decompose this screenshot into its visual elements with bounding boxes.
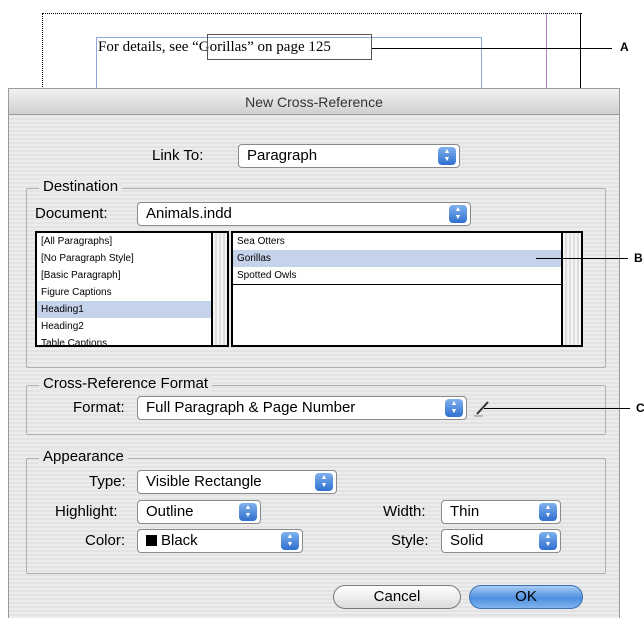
list-item[interactable]: Figure Captions xyxy=(37,284,211,301)
callout-c-line xyxy=(484,408,630,409)
chevron-up-down-icon: ▲ ▼ xyxy=(539,532,557,550)
chevron-up-down-icon: ▲ ▼ xyxy=(438,147,456,165)
color-select[interactable]: Black ▲ ▼ xyxy=(137,529,303,553)
dialog-title[interactable]: New Cross-Reference xyxy=(9,89,619,115)
list-item[interactable]: [Basic Paragraph] xyxy=(37,267,211,284)
link-to-value: Paragraph xyxy=(247,147,318,164)
style-value: Solid xyxy=(450,532,484,549)
highlight-label: Highlight: xyxy=(55,503,118,520)
color-swatch xyxy=(146,535,157,546)
new-cross-reference-dialog: New Cross-Reference Link To: Paragraph ▲… xyxy=(8,88,620,618)
list-item[interactable]: Sea Otters xyxy=(233,233,561,250)
paragraph-styles-items: [All Paragraphs] [No Paragraph Style] [B… xyxy=(37,233,211,345)
document-select[interactable]: Animals.indd ▲ ▼ xyxy=(137,202,471,226)
list-item[interactable]: Table Captions xyxy=(37,335,211,345)
list-item[interactable]: [All Paragraphs] xyxy=(37,233,211,250)
chevron-up-down-icon: ▲ ▼ xyxy=(449,205,467,223)
list-item[interactable]: Spotted Owls xyxy=(233,267,561,285)
type-label: Type: xyxy=(89,473,126,490)
format-select[interactable]: Full Paragraph & Page Number ▲ ▼ xyxy=(137,396,467,420)
link-to-label: Link To: xyxy=(152,147,204,164)
callout-a: A xyxy=(620,40,629,54)
style-select[interactable]: Solid ▲ ▼ xyxy=(441,529,561,553)
type-select[interactable]: Visible Rectangle ▲ ▼ xyxy=(137,470,337,494)
list-item-selected[interactable]: Gorillas xyxy=(233,250,561,267)
cancel-button[interactable]: Cancel xyxy=(333,585,461,609)
highlight-value: Outline xyxy=(146,503,194,520)
page-left-edge xyxy=(42,13,43,91)
appearance-legend: Appearance xyxy=(39,448,128,465)
list-item[interactable]: Heading2 xyxy=(37,318,211,335)
ok-button[interactable]: OK xyxy=(469,585,583,609)
column-guide xyxy=(546,13,547,91)
chevron-up-down-icon: ▲ ▼ xyxy=(315,473,333,491)
format-value: Full Paragraph & Page Number xyxy=(146,399,356,416)
chevron-up-down-icon: ▲ ▼ xyxy=(539,503,557,521)
highlight-select[interactable]: Outline ▲ ▼ xyxy=(137,500,261,524)
callout-c: C xyxy=(636,401,644,415)
format-legend: Cross-Reference Format xyxy=(39,375,213,392)
document-label: Document: xyxy=(35,205,108,222)
format-label: Format: xyxy=(73,399,125,416)
link-to-select[interactable]: Paragraph ▲ ▼ xyxy=(238,144,460,168)
paragraphs-scrollbar[interactable] xyxy=(561,233,581,345)
color-label: Color: xyxy=(85,532,126,549)
color-value: Black xyxy=(161,532,198,549)
chevron-up-down-icon: ▲ ▼ xyxy=(281,532,299,550)
width-select[interactable]: Thin ▲ ▼ xyxy=(441,500,561,524)
styles-scrollbar[interactable] xyxy=(211,233,227,345)
paragraphs-items: Sea Otters Gorillas Spotted Owls xyxy=(233,233,561,285)
width-value: Thin xyxy=(450,503,480,520)
chevron-up-down-icon: ▲ ▼ xyxy=(239,503,257,521)
cross-reference-rectangle xyxy=(207,34,372,60)
document-value: Animals.indd xyxy=(146,205,232,222)
style-label: Style: xyxy=(391,532,429,549)
page-right-edge xyxy=(580,13,581,91)
list-item[interactable]: [No Paragraph Style] xyxy=(37,250,211,267)
paragraph-styles-list[interactable]: [All Paragraphs] [No Paragraph Style] [B… xyxy=(35,231,229,347)
callout-a-line xyxy=(372,48,612,49)
chevron-up-down-icon: ▲ ▼ xyxy=(445,399,463,417)
destination-legend: Destination xyxy=(39,178,123,195)
type-value: Visible Rectangle xyxy=(146,473,262,490)
width-label: Width: xyxy=(383,503,426,520)
callout-b: B xyxy=(634,251,643,265)
list-item-selected[interactable]: Heading1 xyxy=(37,301,211,318)
paragraphs-list[interactable]: Sea Otters Gorillas Spotted Owls xyxy=(231,231,583,347)
callout-b-line xyxy=(536,258,628,259)
page-top-edge xyxy=(42,13,582,14)
